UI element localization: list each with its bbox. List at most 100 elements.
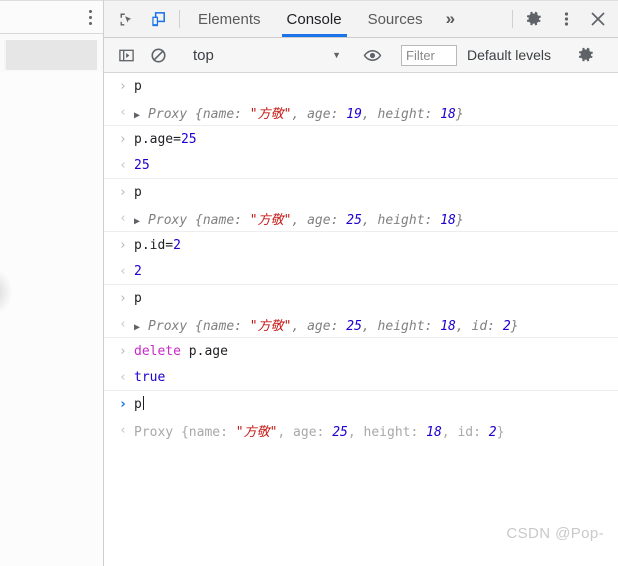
console-input-row[interactable]: › p xyxy=(104,179,618,205)
token: 2 xyxy=(173,237,181,253)
gear-icon[interactable] xyxy=(518,1,550,37)
token: , height: xyxy=(361,106,441,122)
token: Proxy {name: xyxy=(134,424,236,440)
token: p xyxy=(134,184,142,200)
token: , height: xyxy=(361,212,441,228)
gear-icon[interactable] xyxy=(570,46,602,64)
token: p.age= xyxy=(134,131,181,147)
console-row-text: delete p.age xyxy=(134,344,228,359)
execution-context-label: top xyxy=(193,46,214,64)
console-input-row[interactable]: › p xyxy=(104,73,618,99)
token: Proxy {name: xyxy=(148,106,250,122)
expand-triangle-icon[interactable]: ▶ xyxy=(134,322,146,333)
prompt-in-active-icon: › xyxy=(120,396,126,412)
token: 25 xyxy=(134,157,150,173)
watermark: CSDN @Pop- xyxy=(506,525,604,542)
omnibar-input[interactable] xyxy=(4,40,97,70)
close-icon[interactable] xyxy=(582,1,614,37)
console-row-text: 2 xyxy=(134,264,142,279)
chevron-down-icon: ▼ xyxy=(332,50,341,60)
prompt-out-icon: ‹ xyxy=(120,422,126,438)
panel-tabs: Elements Console Sources xyxy=(185,1,436,37)
prompt-in-icon: › xyxy=(120,343,126,359)
console-output-row[interactable]: ‹ true xyxy=(104,364,618,390)
console-group: › p ‹ ▶ Proxy {name: "方敬", age: 19, height:… xyxy=(104,73,618,126)
toolbar-divider xyxy=(179,10,180,28)
page-shadow-artifact xyxy=(0,270,12,314)
clear-console-icon[interactable] xyxy=(142,47,174,64)
console-input-row[interactable]: › delete p.age xyxy=(104,338,618,364)
console-prompt-row[interactable]: › p xyxy=(104,391,618,417)
console-group: › p.id=2 ‹ 2 xyxy=(104,232,618,285)
token: p xyxy=(134,290,142,306)
vertical-ellipsis-icon[interactable] xyxy=(86,7,95,28)
console-output-row[interactable]: ‹ ▶ Proxy {name: "方敬", age: 25, height: 1… xyxy=(104,311,618,337)
token: , id: xyxy=(441,424,489,440)
console-input-row[interactable]: › p.age=25 xyxy=(104,126,618,152)
token: , id: xyxy=(455,318,503,334)
console-row-text: ▶ Proxy {name: "方敬", age: 25, height: 18… xyxy=(134,315,518,334)
token: Proxy {name: xyxy=(148,318,250,334)
console-eager-preview-row[interactable]: ‹ Proxy {name: "方敬", age: 25, height: 18,… xyxy=(104,417,618,443)
token: 18 xyxy=(440,212,456,228)
console-group: › delete p.age ‹ true xyxy=(104,338,618,391)
inspect-element-icon[interactable] xyxy=(110,1,142,37)
token: , height: xyxy=(347,424,427,440)
prompt-out-icon: ‹ xyxy=(120,369,126,385)
console-output-row[interactable]: ‹ 25 xyxy=(104,152,618,178)
tab-sources[interactable]: Sources xyxy=(355,1,436,37)
token: p xyxy=(134,78,142,94)
token: 18 xyxy=(426,424,442,440)
token: , height: xyxy=(361,318,441,334)
console-sidebar-icon[interactable] xyxy=(110,47,142,64)
live-expression-eye-icon[interactable] xyxy=(356,46,388,65)
expand-triangle-icon[interactable]: ▶ xyxy=(134,216,146,227)
execution-context-select[interactable]: top ▼ xyxy=(185,47,345,64)
token: 25 xyxy=(346,318,362,334)
console-output-row[interactable]: ‹ ▶ Proxy {name: "方敬", age: 19, height: 1… xyxy=(104,99,618,125)
device-toolbar-icon[interactable] xyxy=(142,1,174,37)
console-row-text: p xyxy=(134,396,144,412)
token: } xyxy=(510,318,519,334)
console-row-text: true xyxy=(134,370,165,385)
token: p.age xyxy=(180,343,228,359)
prompt-in-icon: › xyxy=(120,78,126,94)
token: 18 xyxy=(440,106,456,122)
console-row-text: p xyxy=(134,185,142,200)
devtools-menu-icon[interactable] xyxy=(550,1,582,37)
console-row-text: Proxy {name: "方敬", age: 25, height: 18, … xyxy=(134,421,504,440)
filter-input[interactable]: Filter xyxy=(401,44,457,66)
more-tabs-icon[interactable]: » xyxy=(436,1,465,37)
prompt-in-icon: › xyxy=(120,237,126,253)
console-message-list[interactable]: › p ‹ ▶ Proxy {name: "方敬", age: 19, height:… xyxy=(104,73,618,566)
token: } xyxy=(496,424,505,440)
token: , age: xyxy=(291,318,347,334)
devtools-window: Elements Console Sources » top ▼ Filter … xyxy=(0,0,618,566)
console-output-row[interactable]: ‹ ▶ Proxy {name: "方敬", age: 25, height: 1… xyxy=(104,205,618,231)
console-input-row[interactable]: › p xyxy=(104,285,618,311)
console-group: › p ‹ ▶ Proxy {name: "方敬", age: 25, height:… xyxy=(104,179,618,232)
token: 25 xyxy=(346,212,362,228)
console-row-text: p.id=2 xyxy=(134,238,181,253)
expand-triangle-icon[interactable]: ▶ xyxy=(134,110,146,121)
tab-elements[interactable]: Elements xyxy=(185,1,274,37)
text-caret xyxy=(142,396,144,410)
console-prompt-text: p xyxy=(134,397,142,412)
tab-console[interactable]: Console xyxy=(274,1,355,37)
browser-topbar xyxy=(0,0,103,34)
console-row-text: p xyxy=(134,291,142,306)
console-input-row[interactable]: › p.id=2 xyxy=(104,232,618,258)
tabbar-spacer xyxy=(465,1,507,37)
token: 25 xyxy=(180,131,197,147)
log-levels-dropdown[interactable]: Default levels xyxy=(459,47,559,63)
prompt-in-icon: › xyxy=(120,184,126,200)
console-row-text: p.age=25 xyxy=(134,132,197,147)
devtools-tabbar: Elements Console Sources » xyxy=(104,0,618,38)
prompt-out-icon: ‹ xyxy=(120,157,126,173)
token: } xyxy=(455,106,464,122)
console-output-row[interactable]: ‹ 2 xyxy=(104,258,618,284)
token: true xyxy=(134,369,166,385)
token: 25 xyxy=(332,424,348,440)
token: "方敬" xyxy=(249,106,292,122)
prompt-in-icon: › xyxy=(120,290,126,306)
